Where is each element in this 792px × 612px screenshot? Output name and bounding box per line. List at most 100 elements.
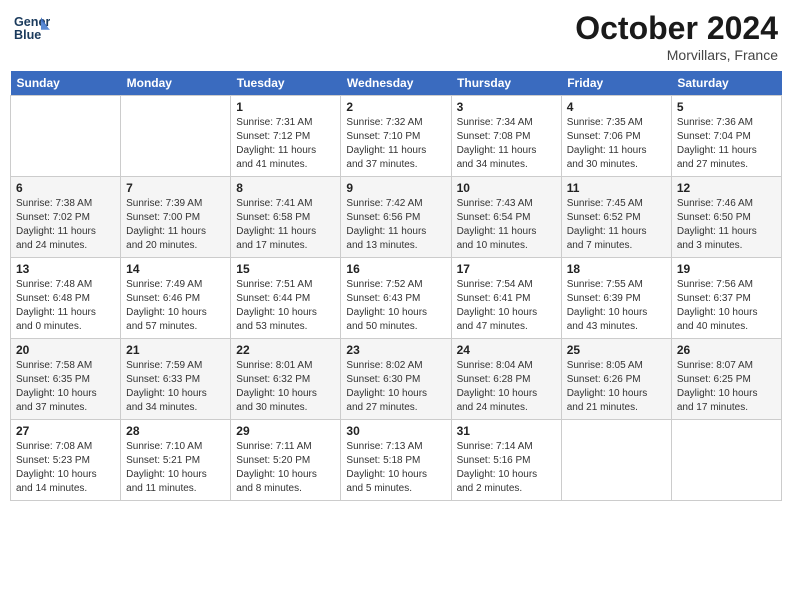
day-info: Sunrise: 7:14 AMSunset: 5:16 PMDaylight:… (457, 440, 556, 496)
calendar-week-2: 6 Sunrise: 7:38 AMSunset: 7:02 PMDaylight… (11, 177, 782, 258)
calendar-cell: 12Sunrise: 7:46 AMSunset: 6:50 PMDayligh… (671, 177, 781, 258)
calendar-cell: 30Sunrise: 7:13 AMSunset: 5:18 PMDayligh… (341, 420, 451, 501)
day-info: Sunrise: 8:05 AMSunset: 6:26 PMDaylight:… (567, 359, 666, 415)
day-info: Sunrise: 7:54 AMSunset: 6:41 PMDaylight:… (457, 278, 556, 334)
day-info: Sunrise: 7:32 AMSunset: 7:10 PMDaylight:… (346, 116, 445, 172)
calendar-cell: 24 Sunrise: 8:04 AMSunset: 6:28 PMDayligh… (451, 339, 561, 420)
day-info: Sunrise: 7:08 AMSunset: 5:23 PMDaylight:… (16, 440, 115, 496)
day-info: Sunrise: 8:07 AMSunset: 6:25 PMDaylight:… (677, 359, 776, 415)
calendar-cell: 28 Sunrise: 7:10 AMSunset: 5:21 PMDayligh… (121, 420, 231, 501)
calendar-cell: 11 Sunrise: 7:45 AMSunset: 6:52 PMDayligh… (561, 177, 671, 258)
day-number: 25 (567, 343, 666, 357)
day-number: 4 (567, 100, 666, 114)
calendar-cell: 3Sunrise: 7:34 AMSunset: 7:08 PMDaylight… (451, 96, 561, 177)
day-info: Sunrise: 7:49 AMSunset: 6:46 PMDaylight:… (126, 278, 225, 334)
day-info: Sunrise: 7:45 AMSunset: 6:52 PMDaylight:… (567, 197, 666, 253)
calendar-body: 1 Sunrise: 7:31 AMSunset: 7:12 PMDaylight… (11, 96, 782, 501)
weekday-header-thursday: Thursday (451, 71, 561, 96)
calendar-cell: 10 Sunrise: 7:43 AMSunset: 6:54 PMDayligh… (451, 177, 561, 258)
day-number: 8 (236, 181, 335, 195)
calendar-cell: 18 Sunrise: 7:55 AMSunset: 6:39 PMDayligh… (561, 258, 671, 339)
day-number: 17 (457, 262, 556, 276)
calendar-cell: 14Sunrise: 7:49 AMSunset: 6:46 PMDayligh… (121, 258, 231, 339)
day-info: Sunrise: 7:59 AMSunset: 6:33 PMDaylight:… (126, 359, 225, 415)
calendar-cell (11, 96, 121, 177)
logo: General Blue (14, 10, 50, 46)
calendar-cell: 16 Sunrise: 7:52 AMSunset: 6:43 PMDayligh… (341, 258, 451, 339)
day-info: Sunrise: 8:04 AMSunset: 6:28 PMDaylight:… (457, 359, 556, 415)
day-number: 18 (567, 262, 666, 276)
day-number: 30 (346, 424, 445, 438)
day-info: Sunrise: 7:42 AMSunset: 6:56 PMDaylight:… (346, 197, 445, 253)
weekday-header-wednesday: Wednesday (341, 71, 451, 96)
logo-icon: General Blue (14, 10, 50, 46)
calendar-week-5: 27 Sunrise: 7:08 AMSunset: 5:23 PMDayligh… (11, 420, 782, 501)
calendar-cell: 25 Sunrise: 8:05 AMSunset: 6:26 PMDayligh… (561, 339, 671, 420)
day-number: 1 (236, 100, 335, 114)
day-number: 9 (346, 181, 445, 195)
weekday-header-tuesday: Tuesday (231, 71, 341, 96)
day-number: 16 (346, 262, 445, 276)
day-number: 22 (236, 343, 335, 357)
calendar-cell: 13Sunrise: 7:48 AMSunset: 6:48 PMDayligh… (11, 258, 121, 339)
day-info: Sunrise: 7:41 AMSunset: 6:58 PMDaylight:… (236, 197, 335, 253)
calendar-cell: 1 Sunrise: 7:31 AMSunset: 7:12 PMDaylight… (231, 96, 341, 177)
calendar-week-1: 1 Sunrise: 7:31 AMSunset: 7:12 PMDaylight… (11, 96, 782, 177)
day-number: 11 (567, 181, 666, 195)
calendar-cell (121, 96, 231, 177)
day-number: 5 (677, 100, 776, 114)
calendar-cell: 21 Sunrise: 7:59 AMSunset: 6:33 PMDayligh… (121, 339, 231, 420)
day-info: Sunrise: 7:10 AMSunset: 5:21 PMDaylight:… (126, 440, 225, 496)
day-number: 10 (457, 181, 556, 195)
calendar-cell: 29Sunrise: 7:11 AMSunset: 5:20 PMDayligh… (231, 420, 341, 501)
day-number: 21 (126, 343, 225, 357)
calendar-week-3: 13Sunrise: 7:48 AMSunset: 6:48 PMDayligh… (11, 258, 782, 339)
calendar-cell (671, 420, 781, 501)
day-number: 27 (16, 424, 115, 438)
calendar-cell: 19 Sunrise: 7:56 AMSunset: 6:37 PMDayligh… (671, 258, 781, 339)
calendar-cell: 22 Sunrise: 8:01 AMSunset: 6:32 PMDayligh… (231, 339, 341, 420)
calendar-cell: 23 Sunrise: 8:02 AMSunset: 6:30 PMDayligh… (341, 339, 451, 420)
day-number: 28 (126, 424, 225, 438)
day-number: 23 (346, 343, 445, 357)
day-number: 19 (677, 262, 776, 276)
calendar-cell: 31 Sunrise: 7:14 AMSunset: 5:16 PMDayligh… (451, 420, 561, 501)
weekday-header-monday: Monday (121, 71, 231, 96)
weekday-header-sunday: Sunday (11, 71, 121, 96)
day-info: Sunrise: 7:36 AMSunset: 7:04 PMDaylight:… (677, 116, 776, 172)
day-info: Sunrise: 7:55 AMSunset: 6:39 PMDaylight:… (567, 278, 666, 334)
calendar-cell: 15Sunrise: 7:51 AMSunset: 6:44 PMDayligh… (231, 258, 341, 339)
day-info: Sunrise: 7:35 AMSunset: 7:06 PMDaylight:… (567, 116, 666, 172)
calendar-cell: 27 Sunrise: 7:08 AMSunset: 5:23 PMDayligh… (11, 420, 121, 501)
day-info: Sunrise: 8:01 AMSunset: 6:32 PMDaylight:… (236, 359, 335, 415)
day-info: Sunrise: 7:31 AMSunset: 7:12 PMDaylight:… (236, 116, 335, 172)
calendar-cell (561, 420, 671, 501)
day-info: Sunrise: 7:58 AMSunset: 6:35 PMDaylight:… (16, 359, 115, 415)
calendar-cell: 2Sunrise: 7:32 AMSunset: 7:10 PMDaylight… (341, 96, 451, 177)
day-info: Sunrise: 7:52 AMSunset: 6:43 PMDaylight:… (346, 278, 445, 334)
calendar-cell: 6 Sunrise: 7:38 AMSunset: 7:02 PMDaylight… (11, 177, 121, 258)
weekday-header-friday: Friday (561, 71, 671, 96)
location: Morvillars, France (575, 47, 778, 63)
month-title: October 2024 (575, 10, 778, 47)
day-number: 24 (457, 343, 556, 357)
calendar-cell: 4 Sunrise: 7:35 AMSunset: 7:06 PMDaylight… (561, 96, 671, 177)
day-info: Sunrise: 7:43 AMSunset: 6:54 PMDaylight:… (457, 197, 556, 253)
calendar-table: SundayMondayTuesdayWednesdayThursdayFrid… (10, 71, 782, 501)
calendar-cell: 9 Sunrise: 7:42 AMSunset: 6:56 PMDaylight… (341, 177, 451, 258)
day-info: Sunrise: 7:51 AMSunset: 6:44 PMDaylight:… (236, 278, 335, 334)
calendar-cell: 7Sunrise: 7:39 AMSunset: 7:00 PMDaylight… (121, 177, 231, 258)
day-number: 3 (457, 100, 556, 114)
day-info: Sunrise: 7:38 AMSunset: 7:02 PMDaylight:… (16, 197, 115, 253)
day-number: 29 (236, 424, 335, 438)
weekday-header-saturday: Saturday (671, 71, 781, 96)
day-info: Sunrise: 7:56 AMSunset: 6:37 PMDaylight:… (677, 278, 776, 334)
calendar-cell: 26Sunrise: 8:07 AMSunset: 6:25 PMDayligh… (671, 339, 781, 420)
title-area: October 2024 Morvillars, France (575, 10, 778, 63)
day-number: 6 (16, 181, 115, 195)
day-number: 13 (16, 262, 115, 276)
day-number: 20 (16, 343, 115, 357)
day-info: Sunrise: 7:46 AMSunset: 6:50 PMDaylight:… (677, 197, 776, 253)
day-info: Sunrise: 8:02 AMSunset: 6:30 PMDaylight:… (346, 359, 445, 415)
day-number: 31 (457, 424, 556, 438)
